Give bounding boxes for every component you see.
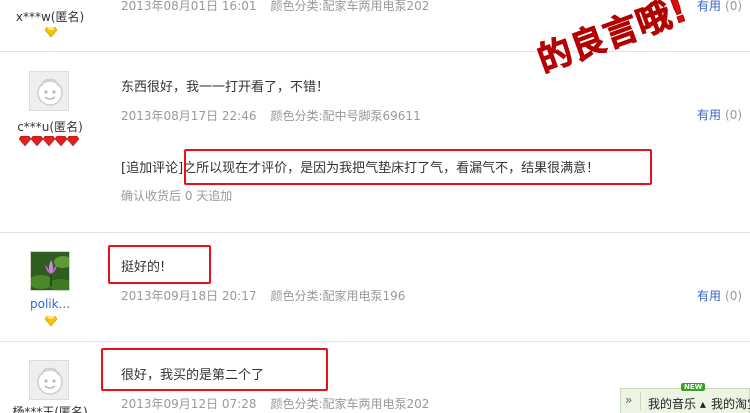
- highlight-box: [108, 245, 211, 284]
- useful-count: (0): [725, 0, 743, 13]
- review-meta: 2013年09月12日 07:28 颜色分类:配家车两用电泵202: [121, 395, 429, 412]
- avatar[interactable]: [29, 71, 69, 111]
- review-divider: [0, 341, 750, 342]
- default-avatar-icon: [30, 72, 68, 110]
- reviewer-name[interactable]: 杨***玉(匿名): [0, 403, 100, 413]
- review-date: 2013年09月12日 07:28: [121, 397, 257, 411]
- sku-info: 颜色分类:配家车两用电泵202: [270, 0, 430, 13]
- append-meta: 确认收货后 0 天追加: [121, 189, 233, 203]
- stamp-text: 的良言哦!: [532, 0, 694, 81]
- review-meta: 2013年08月17日 22:46 颜色分类:配中号脚泵69611: [121, 107, 421, 124]
- useful-vote: 有用 (0): [697, 287, 742, 304]
- music-widget-bar: » 我的音乐 ▴ 我的淘宝: [620, 388, 750, 413]
- highlight-box: [184, 149, 652, 185]
- review-date: 2013年09月18日 20:17: [121, 289, 257, 303]
- default-avatar-icon: [30, 361, 68, 399]
- review-meta: 2013年09月18日 20:17 颜色分类:配家用电泵196: [121, 287, 405, 304]
- review-date: 2013年08月17日 22:46: [121, 109, 257, 123]
- useful-vote: 有用 (0): [697, 106, 742, 123]
- sku-info: 颜色分类:配中号脚泵69611: [270, 109, 421, 123]
- credit-level-icon: [45, 316, 57, 326]
- reviewer-name[interactable]: x***w(匿名): [0, 8, 100, 25]
- promo-stamp: 的良言哦!: [501, 0, 730, 121]
- useful-count: (0): [725, 108, 743, 122]
- reviewer-name[interactable]: c***u(匿名): [0, 118, 100, 135]
- reviewer-name[interactable]: polik...: [0, 297, 100, 311]
- review-date: 2013年08月01日 16:01: [121, 0, 257, 13]
- sku-info: 颜色分类:配家用电泵196: [270, 289, 406, 303]
- avatar[interactable]: [29, 360, 69, 400]
- append-label: [追加评论]: [121, 161, 184, 176]
- useful-button[interactable]: 有用: [697, 289, 721, 303]
- new-badge: NEW: [681, 383, 706, 391]
- lotus-photo-avatar: [31, 252, 69, 290]
- credit-hearts-icon: [19, 136, 80, 146]
- review-meta: 2013年08月01日 16:01 颜色分类:配家车两用电泵202: [121, 0, 429, 14]
- divider: [640, 392, 641, 410]
- useful-button[interactable]: 有用: [697, 108, 721, 122]
- credit-level-icon: [45, 27, 57, 37]
- my-music-button[interactable]: 我的音乐 ▴: [648, 395, 706, 412]
- collapse-chevron-icon[interactable]: »: [625, 393, 632, 407]
- highlight-box: [101, 348, 328, 391]
- review-content: 东西很好，我一一打开看了，不错！: [121, 80, 330, 95]
- avatar[interactable]: [30, 251, 70, 291]
- review-divider: [0, 232, 750, 233]
- useful-count: (0): [725, 289, 743, 303]
- sku-info: 颜色分类:配家车两用电泵202: [270, 397, 430, 411]
- my-taobao-button[interactable]: 我的淘宝: [711, 395, 750, 412]
